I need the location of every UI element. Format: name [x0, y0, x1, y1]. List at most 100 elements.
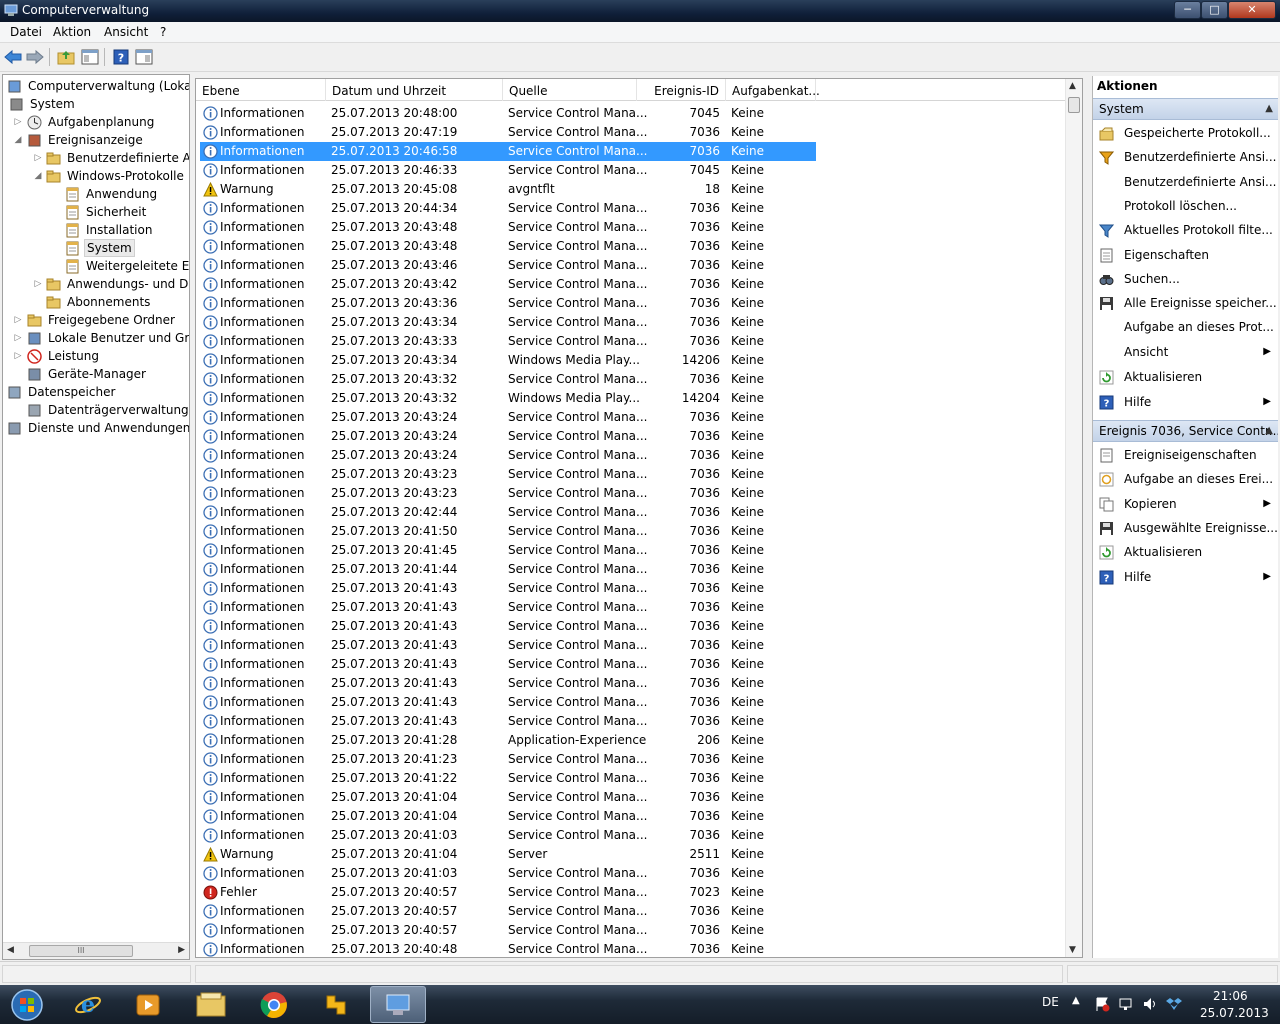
folder-up-icon[interactable]	[56, 47, 76, 67]
close-button[interactable]: ✕	[1228, 1, 1276, 19]
action-center-flag-icon[interactable]	[1094, 996, 1110, 1012]
taskbar-game[interactable]	[308, 986, 364, 1023]
scroll-up-arrow-icon[interactable]: ▲	[1069, 81, 1076, 91]
menu-aktion[interactable]: Aktion	[53, 25, 91, 39]
action-pane-icon[interactable]	[134, 47, 154, 67]
table-row[interactable]: Fehler 25.07.2013 20:40:57 Service Control…	[200, 883, 816, 902]
scrollbar-thumb[interactable]	[1068, 97, 1080, 113]
table-row[interactable]: Informationen 25.07.2013 20:43:24 Service …	[200, 427, 816, 446]
table-row[interactable]: Warnung 25.07.2013 20:45:08 avgntflt 18 Kein…	[200, 180, 816, 199]
action-item[interactable]: Ereigniseigenschaften	[1093, 444, 1278, 466]
table-row[interactable]: Informationen 25.07.2013 20:43:42 Service …	[200, 275, 816, 294]
collapse-arrow-icon[interactable]: ◢	[13, 131, 23, 149]
table-row[interactable]: Informationen 25.07.2013 20:41:03 Service …	[200, 826, 816, 845]
action-item[interactable]: Ausgewählte Ereignisse...	[1093, 517, 1278, 539]
tree-item[interactable]: Sicherheit	[3, 203, 189, 221]
expand-arrow-icon[interactable]: ▷	[13, 113, 23, 131]
action-item[interactable]: ? Hilfe ▶	[1093, 391, 1278, 413]
event-list[interactable]: Ebene Datum und Uhrzeit Quelle Ereignis-…	[195, 78, 1083, 958]
table-row[interactable]: Informationen 25.07.2013 20:41:04 Service …	[200, 807, 816, 826]
show-hide-tree-icon[interactable]	[80, 47, 100, 67]
table-row[interactable]: Informationen 25.07.2013 20:43:32 Service …	[200, 370, 816, 389]
action-item[interactable]: Alle Ereignisse speicher...	[1093, 292, 1278, 314]
tree-item[interactable]: System	[3, 239, 189, 257]
table-row[interactable]: Informationen 25.07.2013 20:41:23 Service …	[200, 750, 816, 769]
tree-item[interactable]: ▷ Leistung	[3, 347, 189, 365]
minimize-button[interactable]: ─	[1174, 1, 1201, 19]
table-row[interactable]: Informationen 25.07.2013 20:43:34 Windows …	[200, 351, 816, 370]
navigation-tree[interactable]: Computerverwaltung (Lokal) System ▷ Aufgabe…	[2, 74, 190, 960]
expand-arrow-icon[interactable]: ▷	[13, 311, 23, 329]
taskbar-media-player[interactable]	[120, 986, 176, 1023]
taskbar-explorer[interactable]	[183, 986, 239, 1023]
action-item[interactable]: Gespeicherte Protokoll...	[1093, 122, 1278, 144]
table-row[interactable]: Informationen 25.07.2013 20:47:19 Service …	[200, 123, 816, 142]
collapse-section-icon[interactable]: ▲	[1265, 99, 1273, 119]
volume-icon[interactable]	[1142, 996, 1158, 1012]
taskbar-computer-management[interactable]	[370, 986, 426, 1023]
table-row[interactable]: Informationen 25.07.2013 20:48:00 Service …	[200, 104, 816, 123]
table-row[interactable]: Informationen 25.07.2013 20:41:43 Service …	[200, 674, 816, 693]
expand-arrow-icon[interactable]: ▷	[33, 149, 43, 167]
table-row[interactable]: Informationen 25.07.2013 20:41:22 Service …	[200, 769, 816, 788]
table-row[interactable]: Informationen 25.07.2013 20:41:43 Service …	[200, 693, 816, 712]
tree-item[interactable]: Datenträgerverwaltung	[3, 401, 189, 419]
table-row[interactable]: Informationen 25.07.2013 20:43:46 Service …	[200, 256, 816, 275]
tree-item[interactable]: ▷ Freigegebene Ordner	[3, 311, 189, 329]
table-row[interactable]: Informationen 25.07.2013 20:41:43 Service …	[200, 655, 816, 674]
table-row[interactable]: Informationen 25.07.2013 20:42:44 Service …	[200, 503, 816, 522]
table-row[interactable]: Informationen 25.07.2013 20:41:50 Service …	[200, 522, 816, 541]
table-row[interactable]: Informationen 25.07.2013 20:41:28 Applicat…	[200, 731, 816, 750]
collapse-arrow-icon[interactable]: ◢	[33, 167, 43, 185]
table-row[interactable]: Informationen 25.07.2013 20:41:03 Service …	[200, 864, 816, 883]
table-row[interactable]: Warnung 25.07.2013 20:41:04 Server 2511 Kein…	[200, 845, 816, 864]
expand-arrow-icon[interactable]: ▷	[13, 329, 23, 347]
menu-ansicht[interactable]: Ansicht	[104, 25, 148, 39]
tree-item[interactable]: Dienste und Anwendungen	[3, 419, 189, 437]
actions-section-header[interactable]: System ▲	[1093, 98, 1278, 120]
taskbar-chrome[interactable]	[246, 986, 302, 1023]
action-item[interactable]: Aufgabe an dieses Prot...	[1093, 316, 1278, 338]
action-item[interactable]: Ansicht ▶	[1093, 341, 1278, 363]
table-row[interactable]: Informationen 25.07.2013 20:41:44 Service …	[200, 560, 816, 579]
back-arrow-icon[interactable]	[3, 47, 23, 67]
table-row[interactable]: Informationen 25.07.2013 20:41:43 Service …	[200, 712, 816, 731]
tree-item[interactable]: ▷ Benutzerdefinierte Ans	[3, 149, 189, 167]
table-row[interactable]: Informationen 25.07.2013 20:43:32 Windows …	[200, 389, 816, 408]
action-item[interactable]: Kopieren ▶	[1093, 493, 1278, 515]
help-icon[interactable]: ?	[111, 47, 131, 67]
action-item[interactable]: Suchen...	[1093, 268, 1278, 290]
tree-item[interactable]: Datenspeicher	[3, 383, 189, 401]
tree-item[interactable]: System	[3, 95, 189, 113]
action-item[interactable]: Aufgabe an dieses Erei...	[1093, 468, 1278, 490]
table-row[interactable]: Informationen 25.07.2013 20:43:23 Service …	[200, 484, 816, 503]
vertical-scrollbar[interactable]: ▲ ▼	[1065, 79, 1082, 957]
tree-item[interactable]: Anwendung	[3, 185, 189, 203]
actions-section-header[interactable]: Ereignis 7036, Service Contr... ▲	[1093, 420, 1278, 442]
column-header-ebene[interactable]: Ebene	[196, 79, 326, 101]
table-row[interactable]: Informationen 25.07.2013 20:41:43 Service …	[200, 617, 816, 636]
network-icon[interactable]	[1118, 996, 1134, 1012]
table-row[interactable]: Informationen 25.07.2013 20:41:04 Service …	[200, 788, 816, 807]
input-language[interactable]: DE	[1042, 995, 1059, 1009]
clock-date[interactable]: 25.07.2013	[1200, 1006, 1269, 1020]
show-hidden-icons-icon[interactable]: ▲	[1072, 995, 1080, 1006]
action-item[interactable]: Protokoll löschen...	[1093, 195, 1278, 217]
forward-arrow-icon[interactable]	[25, 47, 45, 67]
action-item[interactable]: Aktualisieren	[1093, 366, 1278, 388]
tree-item[interactable]: Installation	[3, 221, 189, 239]
tree-item[interactable]: Computerverwaltung (Lokal)	[3, 77, 189, 95]
table-row[interactable]: Informationen 25.07.2013 20:41:43 Service …	[200, 579, 816, 598]
menu-datei[interactable]: Datei	[10, 25, 42, 39]
tree-item[interactable]: Abonnements	[3, 293, 189, 311]
expand-arrow-icon[interactable]: ▷	[33, 275, 43, 293]
tree-item[interactable]: ◢ Windows-Protokolle	[3, 167, 189, 185]
table-row[interactable]: Informationen 25.07.2013 20:43:33 Service …	[200, 332, 816, 351]
tree-item[interactable]: ▷ Aufgabenplanung	[3, 113, 189, 131]
tree-item[interactable]: Weitergeleitete Erei	[3, 257, 189, 275]
table-row[interactable]: Informationen 25.07.2013 20:43:48 Service …	[200, 218, 816, 237]
table-row[interactable]: Informationen 25.07.2013 20:43:48 Service …	[200, 237, 816, 256]
clock-time[interactable]: 21:06	[1213, 989, 1248, 1003]
column-header-datum[interactable]: Datum und Uhrzeit	[326, 79, 503, 101]
taskbar-internet-explorer[interactable]: e	[60, 986, 116, 1023]
